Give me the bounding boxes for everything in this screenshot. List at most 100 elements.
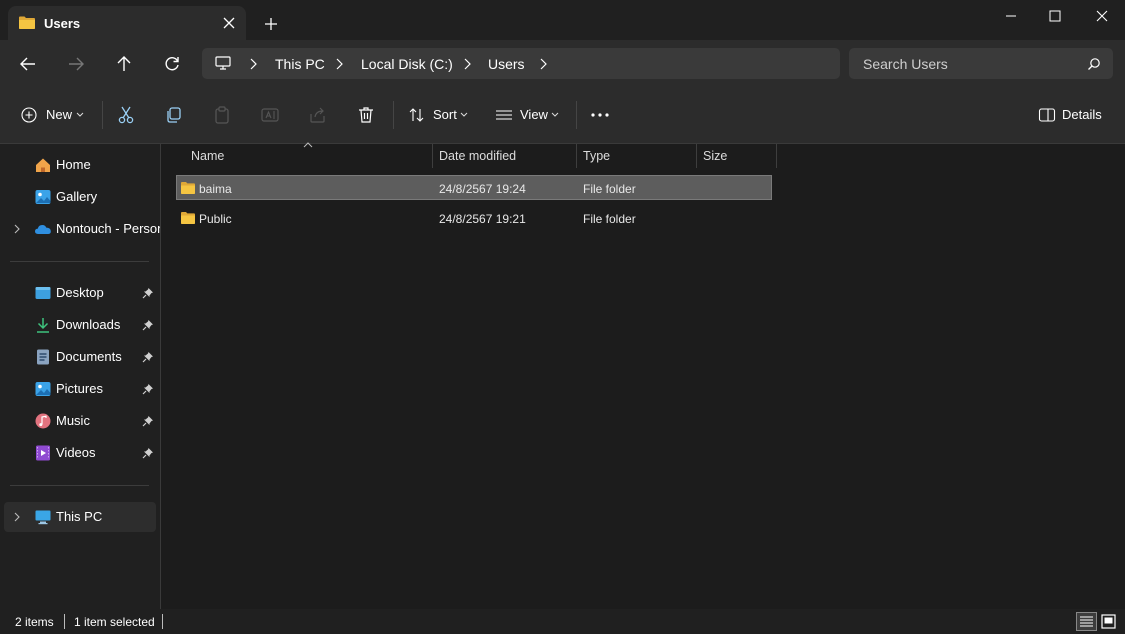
table-row[interactable]: Public 24/8/2567 19:21 File folder (176, 206, 772, 231)
paste-icon[interactable] (212, 105, 232, 125)
pin-icon[interactable] (142, 351, 154, 363)
sidebar-item-label: Downloads (56, 317, 121, 332)
toolbar-divider (393, 101, 394, 129)
copy-icon[interactable] (164, 105, 184, 125)
chevron-right-icon[interactable] (248, 58, 258, 70)
search-input[interactable]: Search Users (849, 48, 1113, 79)
file-name: Public (199, 212, 232, 226)
status-bar: 2 items 1 item selected (0, 609, 1125, 634)
downloads-icon (34, 316, 52, 334)
forward-arrow-icon[interactable] (64, 52, 88, 76)
sort-label: Sort (433, 107, 457, 122)
tab-title: Users (44, 16, 81, 31)
file-name: baima (199, 182, 232, 196)
pin-icon[interactable] (142, 415, 154, 427)
column-divider[interactable] (776, 144, 777, 168)
view-label: View (520, 107, 548, 122)
file-type: File folder (583, 182, 636, 196)
chevron-right-icon[interactable] (462, 58, 472, 70)
new-button[interactable]: New (14, 98, 94, 132)
pin-icon[interactable] (142, 319, 154, 331)
sidebar-item-label: Desktop (56, 285, 104, 300)
sidebar-item-label: Music (56, 413, 90, 428)
column-header-date-modified[interactable]: Date modified (439, 149, 516, 163)
close-window-icon[interactable] (1092, 6, 1112, 26)
folder-icon (18, 15, 36, 30)
sort-ascending-icon (303, 141, 313, 149)
sidebar-item-desktop[interactable]: Desktop (4, 278, 156, 308)
details-pane-button[interactable]: Details (1032, 98, 1114, 132)
back-arrow-icon[interactable] (16, 52, 40, 76)
breadcrumb-users[interactable]: Users (488, 56, 525, 72)
breadcrumb-this-pc[interactable]: This PC (275, 56, 325, 72)
sort-button[interactable]: Sort (404, 98, 478, 132)
cut-icon[interactable] (116, 105, 136, 125)
sidebar-item-onedrive[interactable]: Nontouch - Person (4, 214, 164, 244)
address-bar[interactable]: This PC Local Disk (C:) Users (202, 48, 840, 79)
selection-count: 1 item selected (74, 615, 155, 629)
minimize-icon[interactable] (1001, 6, 1021, 26)
home-icon (34, 156, 52, 174)
command-bar: New Sort View Details (0, 88, 1125, 144)
sidebar-item-home[interactable]: Home (4, 150, 156, 180)
details-view-icon (1080, 616, 1093, 627)
search-placeholder: Search Users (863, 56, 948, 72)
sidebar-item-music[interactable]: Music (4, 406, 156, 436)
sidebar-item-downloads[interactable]: Downloads (4, 310, 156, 340)
new-tab-icon[interactable] (262, 15, 280, 33)
column-divider[interactable] (576, 144, 577, 168)
file-date-modified: 24/8/2567 19:21 (439, 212, 526, 226)
chevron-right-icon[interactable] (334, 58, 344, 70)
details-pane-icon (1038, 107, 1056, 123)
chevron-right-icon[interactable] (538, 58, 548, 70)
file-date-modified: 24/8/2567 19:24 (439, 182, 526, 196)
more-options-icon[interactable] (590, 106, 610, 124)
pin-icon[interactable] (142, 447, 154, 459)
column-header-type[interactable]: Type (583, 149, 610, 163)
chevron-down-icon (460, 112, 468, 118)
view-lines-icon (495, 106, 513, 124)
sidebar-divider (10, 485, 149, 486)
delete-icon[interactable] (356, 105, 376, 125)
sidebar-divider (10, 261, 149, 262)
music-icon (34, 412, 52, 430)
sidebar-item-documents[interactable]: Documents (4, 342, 156, 372)
rename-icon[interactable] (260, 105, 280, 125)
sidebar-item-this-pc[interactable]: This PC (4, 502, 156, 532)
search-icon[interactable] (1087, 57, 1101, 71)
close-tab-icon[interactable] (220, 14, 238, 32)
sidebar-item-videos[interactable]: Videos (4, 438, 156, 468)
column-header-name[interactable]: Name (191, 149, 224, 163)
this-pc-icon (34, 508, 52, 526)
folder-icon (180, 181, 196, 195)
videos-icon (34, 444, 52, 462)
sidebar-item-label: Videos (56, 445, 96, 460)
column-divider[interactable] (696, 144, 697, 168)
new-label: New (46, 107, 73, 122)
pin-icon[interactable] (142, 383, 154, 395)
tab-users[interactable]: Users (8, 6, 246, 40)
view-button[interactable]: View (490, 98, 566, 132)
refresh-icon[interactable] (160, 52, 184, 76)
breadcrumb-local-disk[interactable]: Local Disk (C:) (361, 56, 453, 72)
details-view-toggle[interactable] (1076, 612, 1097, 631)
folder-icon (180, 211, 196, 225)
navigation-bar: This PC Local Disk (C:) Users Search Use… (0, 40, 1125, 88)
documents-icon (34, 348, 52, 366)
onedrive-icon (34, 220, 52, 238)
sidebar-item-gallery[interactable]: Gallery (4, 182, 156, 212)
pin-icon[interactable] (142, 287, 154, 299)
sidebar-item-pictures[interactable]: Pictures (4, 374, 156, 404)
share-icon[interactable] (308, 105, 328, 125)
maximize-icon[interactable] (1045, 6, 1065, 26)
up-arrow-icon[interactable] (112, 52, 136, 76)
chevron-right-icon[interactable] (12, 224, 22, 234)
column-header-size[interactable]: Size (703, 149, 727, 163)
column-divider[interactable] (432, 144, 433, 168)
desktop-folder-icon (34, 284, 52, 302)
table-row[interactable]: baima 24/8/2567 19:24 File folder (176, 175, 772, 200)
large-icons-view-icon[interactable] (1101, 614, 1116, 629)
sidebar-item-label: Documents (56, 349, 122, 364)
chevron-right-icon[interactable] (12, 512, 22, 522)
pictures-icon (34, 380, 52, 398)
